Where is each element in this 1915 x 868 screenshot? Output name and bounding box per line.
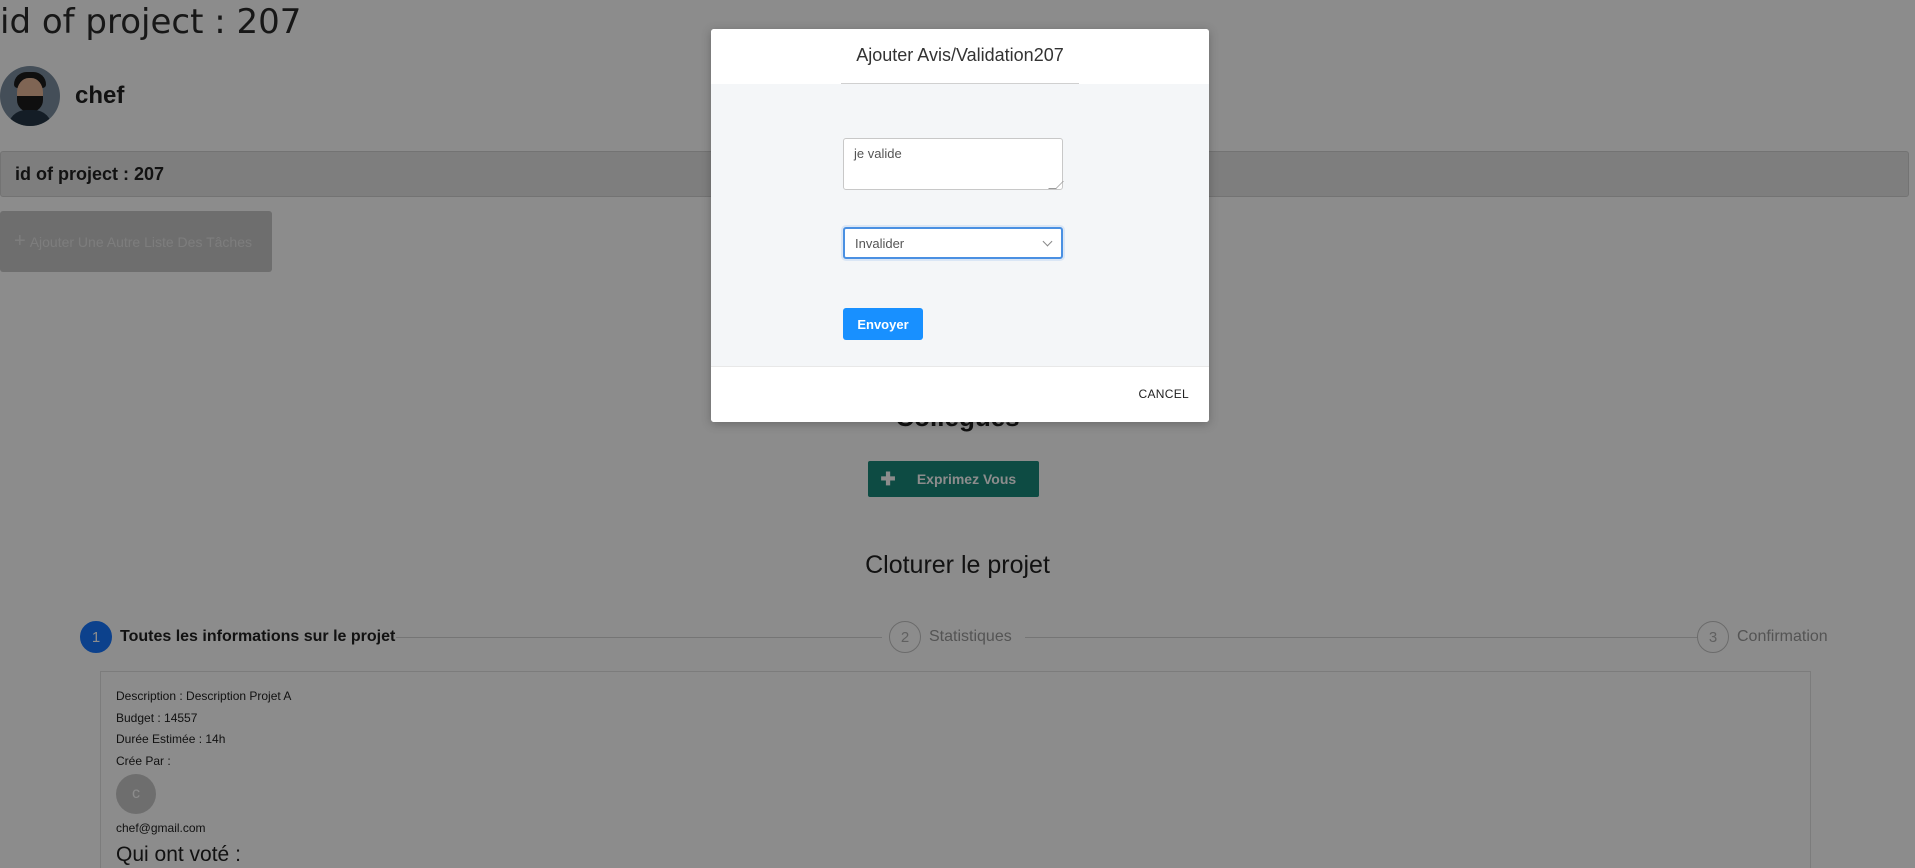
modal-footer: CANCEL <box>711 366 1209 422</box>
chevron-down-icon <box>1042 236 1053 246</box>
send-button[interactable]: Envoyer <box>843 308 923 340</box>
modal-body: je valide Invalider Envoyer <box>711 84 1209 366</box>
modal-header: Ajouter Avis/Validation207 <box>711 29 1209 84</box>
validation-select-value: Invalider <box>855 235 905 251</box>
modal-title: Ajouter Avis/Validation207 <box>856 45 1064 65</box>
opinion-textarea[interactable]: je valide <box>843 138 1063 190</box>
modal-dialog: Ajouter Avis/Validation207 je valide Inv… <box>711 29 1209 422</box>
validation-select[interactable]: Invalider <box>843 227 1063 259</box>
cancel-button[interactable]: CANCEL <box>1139 387 1189 401</box>
